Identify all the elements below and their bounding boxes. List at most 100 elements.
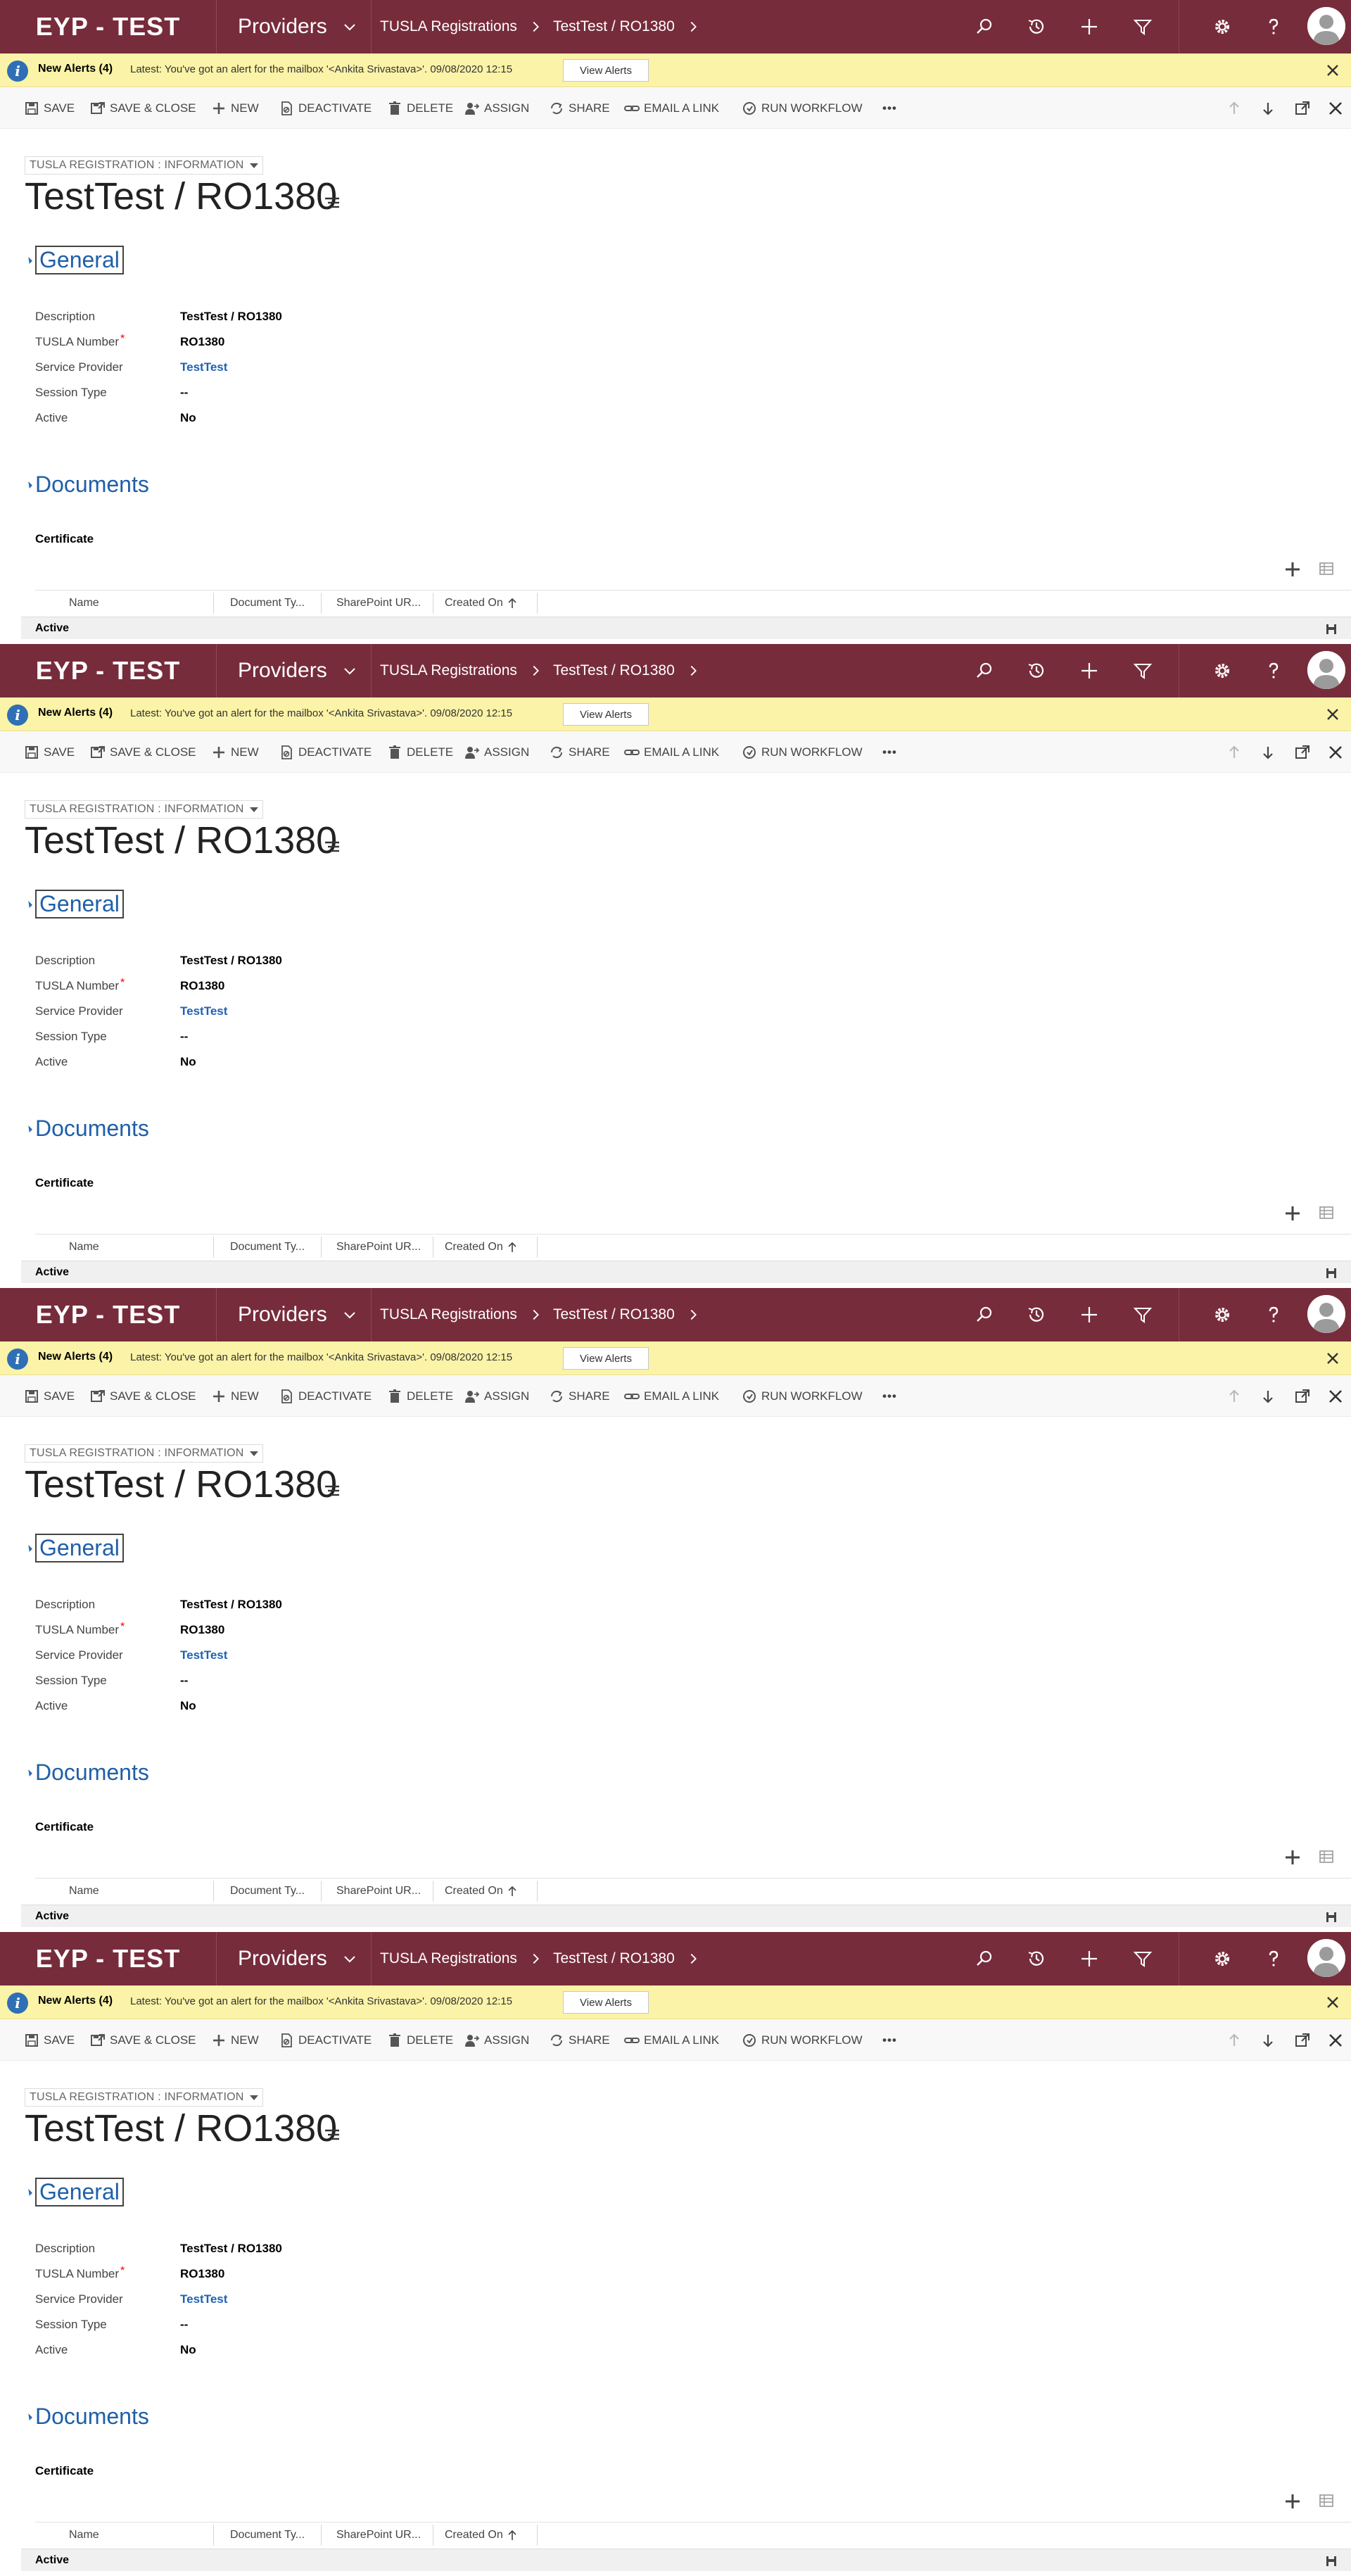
user-avatar[interactable] bbox=[1307, 1939, 1345, 1977]
column-header-created-on[interactable]: Created On bbox=[439, 1881, 538, 1902]
save-close-button[interactable]: SAVE & CLOSE bbox=[90, 88, 196, 129]
arrow-up-icon[interactable] bbox=[1225, 2031, 1243, 2050]
search-button[interactable] bbox=[972, 1946, 997, 1971]
grid-view-icon[interactable] bbox=[1319, 1849, 1334, 1864]
email-link-button[interactable]: EMAIL A LINK bbox=[624, 2020, 719, 2061]
email-link-button[interactable]: EMAIL A LINK bbox=[624, 1376, 719, 1417]
save-icon[interactable] bbox=[1325, 1911, 1338, 1924]
breadcrumb-more[interactable] bbox=[685, 0, 701, 53]
share-button[interactable]: SHARE bbox=[549, 732, 610, 773]
save-icon[interactable] bbox=[1325, 623, 1338, 636]
search-button[interactable] bbox=[972, 14, 997, 39]
help-button[interactable] bbox=[1261, 1946, 1286, 1971]
settings-button[interactable] bbox=[1210, 658, 1235, 683]
breadcrumb-entity[interactable]: TUSLA Registrations bbox=[380, 644, 517, 697]
breadcrumb-more[interactable] bbox=[685, 644, 701, 697]
active-value[interactable]: No bbox=[180, 1055, 196, 1069]
search-button[interactable] bbox=[972, 658, 997, 683]
app-brand[interactable]: EYP - TEST bbox=[0, 0, 217, 53]
arrow-up-icon[interactable] bbox=[1225, 1387, 1243, 1406]
close-icon[interactable] bbox=[1324, 62, 1341, 79]
description-value[interactable]: TestTest / RO1380 bbox=[180, 1598, 282, 1612]
save-icon[interactable] bbox=[1325, 1267, 1338, 1280]
column-header-created-on[interactable]: Created On bbox=[439, 2525, 538, 2546]
breadcrumb-record[interactable]: TestTest / RO1380 bbox=[553, 1288, 675, 1341]
email-link-button[interactable]: EMAIL A LINK bbox=[624, 88, 719, 129]
description-value[interactable]: TestTest / RO1380 bbox=[180, 2242, 282, 2256]
create-button[interactable] bbox=[1077, 658, 1102, 683]
documents-section-toggle[interactable]: Documents bbox=[25, 472, 149, 498]
column-header-sharepoint-url[interactable]: SharePoint UR... bbox=[331, 593, 433, 614]
deactivate-button[interactable]: DEACTIVATE bbox=[279, 2020, 372, 2061]
area-selector[interactable]: Providers bbox=[217, 1932, 372, 1985]
assign-button[interactable]: ASSIGN bbox=[464, 88, 529, 129]
active-value[interactable]: No bbox=[180, 1699, 196, 1713]
assign-button[interactable]: ASSIGN bbox=[464, 1376, 529, 1417]
new-button[interactable]: NEW bbox=[211, 88, 259, 129]
create-button[interactable] bbox=[1077, 1302, 1102, 1327]
more-commands-button[interactable]: ••• bbox=[882, 732, 897, 773]
form-selector[interactable]: TUSLA REGISTRATION : INFORMATION bbox=[25, 800, 263, 819]
run-workflow-button[interactable]: RUN WORKFLOW bbox=[742, 2020, 863, 2061]
view-alerts-button[interactable]: View Alerts bbox=[563, 703, 649, 726]
description-value[interactable]: TestTest / RO1380 bbox=[180, 310, 282, 324]
pop-out-icon[interactable] bbox=[1293, 2031, 1312, 2050]
general-section-toggle[interactable]: General bbox=[25, 1534, 124, 1562]
app-brand[interactable]: EYP - TEST bbox=[0, 1932, 217, 1985]
create-button[interactable] bbox=[1077, 1946, 1102, 1971]
description-value[interactable]: TestTest / RO1380 bbox=[180, 954, 282, 968]
more-commands-button[interactable]: ••• bbox=[882, 2020, 897, 2061]
breadcrumb-record[interactable]: TestTest / RO1380 bbox=[553, 644, 675, 697]
area-selector[interactable]: Providers bbox=[217, 1288, 372, 1341]
add-record-icon[interactable] bbox=[1283, 560, 1302, 579]
area-selector[interactable]: Providers bbox=[217, 644, 372, 697]
column-header-created-on[interactable]: Created On bbox=[439, 593, 538, 614]
app-brand[interactable]: EYP - TEST bbox=[0, 1288, 217, 1341]
add-record-icon[interactable] bbox=[1283, 1204, 1302, 1223]
user-avatar[interactable] bbox=[1307, 651, 1345, 689]
arrow-up-icon[interactable] bbox=[1225, 743, 1243, 762]
close-record-icon[interactable] bbox=[1326, 743, 1345, 762]
close-icon[interactable] bbox=[1324, 1994, 1341, 2011]
assign-button[interactable]: ASSIGN bbox=[464, 732, 529, 773]
email-link-button[interactable]: EMAIL A LINK bbox=[624, 732, 719, 773]
help-button[interactable] bbox=[1261, 14, 1286, 39]
new-button[interactable]: NEW bbox=[211, 1376, 259, 1417]
breadcrumb-more[interactable] bbox=[685, 1932, 701, 1985]
arrow-down-icon[interactable] bbox=[1259, 2031, 1277, 2050]
general-section-toggle[interactable]: General bbox=[25, 890, 124, 918]
column-header-created-on[interactable]: Created On bbox=[439, 1237, 538, 1258]
documents-section-toggle[interactable]: Documents bbox=[25, 2404, 149, 2430]
documents-section-toggle[interactable]: Documents bbox=[25, 1116, 149, 1142]
arrow-down-icon[interactable] bbox=[1259, 99, 1277, 118]
arrow-down-icon[interactable] bbox=[1259, 1387, 1277, 1406]
app-brand[interactable]: EYP - TEST bbox=[0, 644, 217, 697]
new-button[interactable]: NEW bbox=[211, 732, 259, 773]
session-type-value[interactable]: -- bbox=[180, 2318, 188, 2332]
save-button[interactable]: SAVE bbox=[24, 2020, 75, 2061]
recent-button[interactable] bbox=[1024, 1946, 1049, 1971]
share-button[interactable]: SHARE bbox=[549, 2020, 610, 2061]
view-alerts-button[interactable]: View Alerts bbox=[563, 1991, 649, 2014]
column-header-sharepoint-url[interactable]: SharePoint UR... bbox=[331, 1881, 433, 1902]
column-header-name[interactable]: Name bbox=[63, 2525, 214, 2546]
close-record-icon[interactable] bbox=[1326, 2031, 1345, 2050]
user-avatar[interactable] bbox=[1307, 7, 1345, 45]
save-close-button[interactable]: SAVE & CLOSE bbox=[90, 1376, 196, 1417]
active-value[interactable]: No bbox=[180, 2343, 196, 2357]
view-alerts-button[interactable]: View Alerts bbox=[563, 59, 649, 82]
deactivate-button[interactable]: DEACTIVATE bbox=[279, 88, 372, 129]
more-commands-button[interactable]: ••• bbox=[882, 88, 897, 129]
list-menu-icon[interactable] bbox=[322, 837, 342, 857]
save-close-button[interactable]: SAVE & CLOSE bbox=[90, 2020, 196, 2061]
run-workflow-button[interactable]: RUN WORKFLOW bbox=[742, 88, 863, 129]
tusla-number-value[interactable]: RO1380 bbox=[180, 2267, 224, 2281]
recent-button[interactable] bbox=[1024, 14, 1049, 39]
view-alerts-button[interactable]: View Alerts bbox=[563, 1347, 649, 1370]
breadcrumb-record[interactable]: TestTest / RO1380 bbox=[553, 1932, 675, 1985]
column-header-name[interactable]: Name bbox=[63, 1881, 214, 1902]
deactivate-button[interactable]: DEACTIVATE bbox=[279, 732, 372, 773]
form-selector[interactable]: TUSLA REGISTRATION : INFORMATION bbox=[25, 1444, 263, 1463]
recent-button[interactable] bbox=[1024, 658, 1049, 683]
deactivate-button[interactable]: DEACTIVATE bbox=[279, 1376, 372, 1417]
